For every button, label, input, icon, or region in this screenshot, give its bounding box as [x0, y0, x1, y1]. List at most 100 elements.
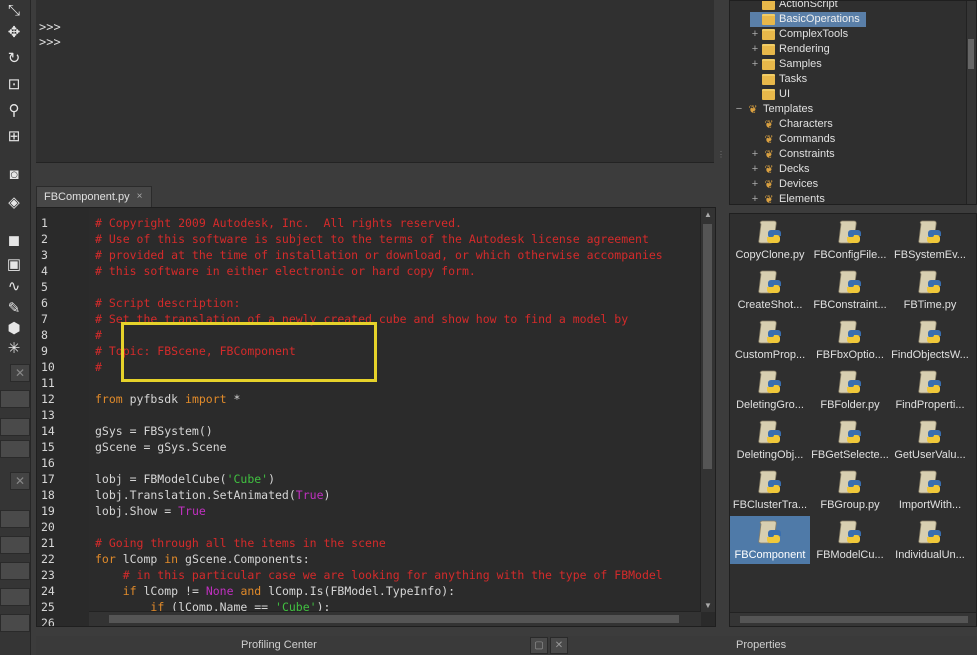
profiling-center-label[interactable]: Profiling Center: [241, 639, 317, 651]
snap-tool-icon[interactable]: ⊞: [3, 126, 25, 146]
translate-tool-icon[interactable]: ✥: [3, 22, 25, 42]
scroll-thumb[interactable]: [109, 615, 679, 623]
code-line[interactable]: gSys = FBSystem(): [95, 423, 213, 439]
collapse-icon[interactable]: −: [734, 102, 744, 117]
expand-icon[interactable]: +: [750, 57, 760, 72]
script-file[interactable]: FindProperti...: [890, 366, 970, 414]
code-editor[interactable]: 1 2 3 4 5 6 7 8 9 10 11 12 13 14 15 16 17 18 19 20 21 22 23 24 2…: [36, 207, 716, 627]
code-line[interactable]: from pyfbsdk import *: [95, 391, 240, 407]
files-horizontal-scrollbar[interactable]: [730, 612, 976, 626]
tree-item[interactable]: ❦ Characters: [750, 117, 832, 132]
scroll-up-icon[interactable]: ▲: [701, 208, 715, 221]
polygon-tool-icon[interactable]: ⬢: [3, 318, 25, 338]
code-line[interactable]: # in this particular case we are looking…: [95, 567, 663, 583]
pivot-tool-icon[interactable]: ⚲: [3, 100, 25, 120]
tree-item[interactable]: + ComplexTools: [750, 27, 848, 42]
code-line[interactable]: # Set the translation of a newly created…: [95, 311, 628, 327]
scale-tool-icon[interactable]: ⊡: [3, 74, 25, 94]
tree-item[interactable]: + Rendering: [750, 42, 830, 57]
toolbar-slot[interactable]: [0, 562, 30, 580]
tree-item[interactable]: ActionScript: [750, 1, 838, 12]
tree-item[interactable]: ❦ Commands: [750, 132, 835, 147]
cube-primitive-icon[interactable]: ◼: [3, 230, 25, 250]
tree-item[interactable]: UI: [750, 87, 790, 102]
script-file[interactable]: CustomProp...: [730, 316, 810, 364]
script-file-browser[interactable]: CopyClone.py CreateShot... CustomProp... De…: [729, 213, 977, 627]
tree-item[interactable]: − ❦ Templates: [734, 102, 813, 117]
script-file[interactable]: FBFbxOptio...: [810, 316, 890, 364]
expand-icon[interactable]: +: [750, 192, 760, 204]
tree-item[interactable]: + ❦ Elements: [750, 192, 825, 204]
script-file[interactable]: FBTime.py: [890, 266, 970, 314]
tree-item[interactable]: + ❦ Decks: [750, 162, 810, 177]
script-file[interactable]: CreateShot...: [730, 266, 810, 314]
scroll-thumb[interactable]: [703, 224, 712, 469]
script-file[interactable]: DeletingGro...: [730, 366, 810, 414]
code-line[interactable]: if lComp != None and lComp.Is(FBModel.Ty…: [95, 583, 455, 599]
script-file[interactable]: FBGetSelecte...: [810, 416, 890, 464]
script-file[interactable]: FBGroup.py: [810, 466, 890, 514]
code-line[interactable]: # Topic: FBScene, FBComponent: [95, 343, 296, 359]
close-icon[interactable]: ✕: [10, 472, 30, 490]
script-file[interactable]: FBClusterTra...: [730, 466, 810, 514]
close-icon[interactable]: ×: [134, 191, 145, 202]
script-file[interactable]: N: [970, 366, 976, 414]
code-line[interactable]: lobj.Show = True: [95, 503, 206, 519]
code-line[interactable]: #: [95, 359, 102, 375]
toolbar-slot[interactable]: [0, 510, 30, 528]
script-file[interactable]: F: [970, 216, 976, 264]
code-line[interactable]: for lComp in gScene.Components:: [95, 551, 310, 567]
script-file[interactable]: FBComponent: [730, 516, 810, 564]
script-file[interactable]: L: [970, 266, 976, 314]
script-file[interactable]: L: [970, 316, 976, 364]
tab-fbcomponent[interactable]: FBComponent.py ×: [36, 186, 152, 207]
code-line[interactable]: lobj = FBModelCube('Cube'): [95, 471, 275, 487]
dock-icon[interactable]: ▢: [530, 637, 548, 654]
script-file[interactable]: FBSystemEv...: [890, 216, 970, 264]
script-file[interactable]: FBConstraint...: [810, 266, 890, 314]
toolbar-slot[interactable]: [0, 418, 30, 436]
dropdown-block[interactable]: [0, 390, 30, 408]
splitter-handle[interactable]: ⋮: [717, 150, 725, 162]
editor-vertical-scrollbar[interactable]: ▲ ▼: [700, 208, 715, 612]
view-tool-icon[interactable]: ◙: [3, 164, 25, 184]
script-file[interactable]: FBModelCu...: [810, 516, 890, 564]
scroll-thumb[interactable]: [968, 39, 974, 69]
code-line[interactable]: # Copyright 2009 Autodesk, Inc. All righ…: [95, 215, 462, 231]
script-file[interactable]: FBConfigFile...: [810, 216, 890, 264]
code-line[interactable]: # provided at the time of installation o…: [95, 247, 663, 263]
script-file[interactable]: DeletingObj...: [730, 416, 810, 464]
select-tool-icon[interactable]: ⤡: [3, 0, 25, 20]
code-line[interactable]: lobj.Translation.SetAnimated(True): [95, 487, 330, 503]
code-line[interactable]: # Use of this software is subject to the…: [95, 231, 649, 247]
tree-item[interactable]: BasicOperations: [750, 12, 866, 27]
code-area[interactable]: # Copyright 2009 Autodesk, Inc. All righ…: [89, 208, 701, 612]
rotate-tool-icon[interactable]: ↻: [3, 48, 25, 68]
script-file[interactable]: FindObjectsW...: [890, 316, 970, 364]
script-file[interactable]: N: [970, 416, 976, 464]
python-console[interactable]: >>> >>>: [36, 0, 714, 163]
tree-item[interactable]: + ❦ Devices: [750, 177, 818, 192]
script-folder-tree[interactable]: ActionScript BasicOperations + ComplexTools…: [729, 0, 977, 205]
skeleton-tool-icon[interactable]: ✳: [3, 338, 25, 358]
expand-icon[interactable]: +: [750, 27, 760, 42]
expand-icon[interactable]: +: [750, 177, 760, 192]
toolbar-slot[interactable]: [0, 536, 30, 554]
script-file[interactable]: N: [970, 466, 976, 514]
script-file[interactable]: N: [970, 516, 976, 564]
code-line[interactable]: # Script description:: [95, 295, 240, 311]
brush-tool-icon[interactable]: ✎: [3, 298, 25, 318]
close-icon[interactable]: ✕: [550, 637, 568, 654]
properties-label[interactable]: Properties: [736, 639, 786, 651]
code-line[interactable]: # Going through all the items in the sce…: [95, 535, 386, 551]
code-line[interactable]: # this software in either electronic or …: [95, 263, 476, 279]
tree-item[interactable]: Tasks: [750, 72, 807, 87]
expand-icon[interactable]: +: [750, 147, 760, 162]
code-line[interactable]: #: [95, 327, 102, 343]
tree-item[interactable]: + ❦ Constraints: [750, 147, 835, 162]
paint-tool-icon[interactable]: ◈: [3, 192, 25, 212]
tree-item[interactable]: + Samples: [750, 57, 822, 72]
script-file[interactable]: FBFolder.py: [810, 366, 890, 414]
scroll-thumb[interactable]: [740, 616, 968, 623]
script-file[interactable]: ImportWith...: [890, 466, 970, 514]
